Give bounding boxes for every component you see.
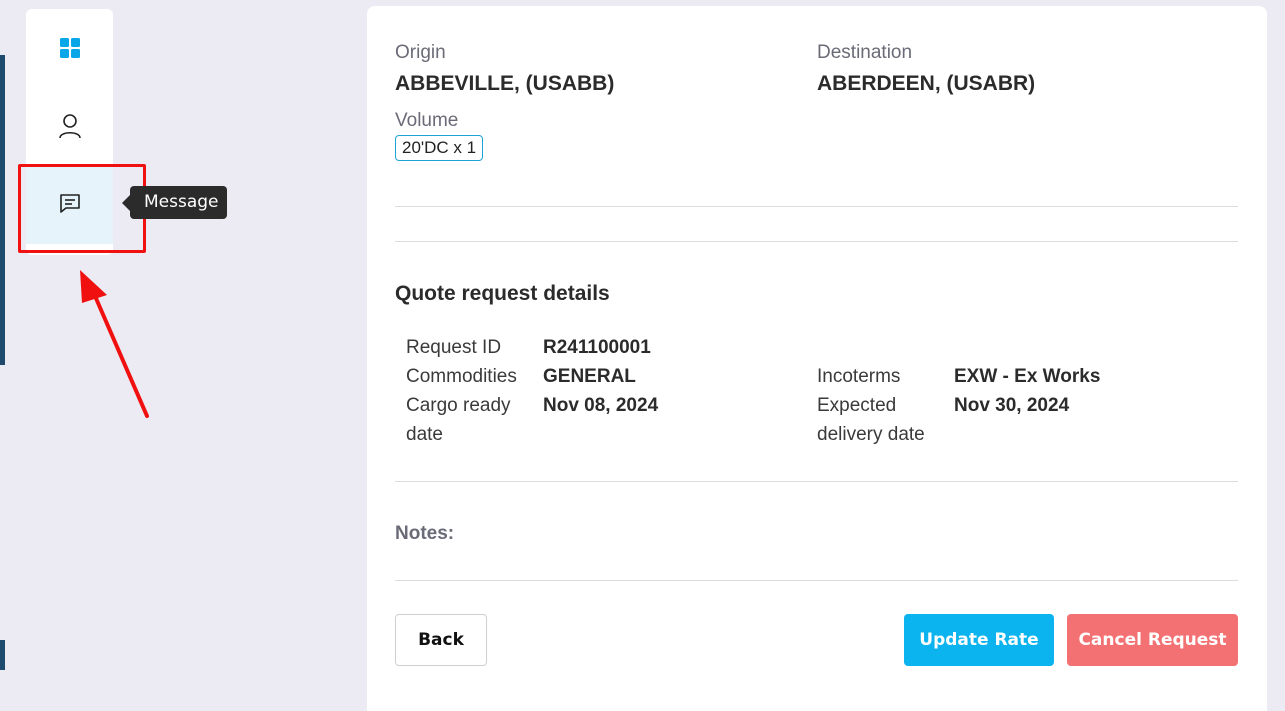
- incoterms-value: EXW - Ex Works: [954, 366, 1101, 387]
- origin-value: ABBEVILLE, (USABB): [395, 72, 615, 95]
- expected-delivery-label: Expected: [817, 395, 897, 416]
- request-id-label: Request ID: [406, 337, 502, 358]
- notes-label: Notes:: [395, 523, 455, 544]
- divider: [395, 481, 1238, 482]
- volume-tag: 20'DC x 1: [395, 135, 484, 161]
- divider: [395, 241, 1238, 242]
- cancel-request-button[interactable]: Cancel Request: [1067, 614, 1238, 666]
- commodities-value: GENERAL: [543, 366, 636, 387]
- destination-label: Destination: [817, 42, 913, 63]
- cargo-ready-label: Cargo ready: [406, 395, 511, 416]
- volume-label: Volume: [395, 110, 459, 131]
- sidebar-item-dashboard[interactable]: [26, 11, 113, 89]
- message-tooltip: Message: [122, 186, 227, 219]
- update-rate-button[interactable]: Update Rate: [904, 614, 1054, 666]
- left-edge: [0, 0, 5, 711]
- divider: [395, 580, 1238, 581]
- divider: [395, 206, 1238, 207]
- expected-delivery-value: Nov 30, 2024: [954, 395, 1070, 416]
- expected-delivery-label-line2: delivery date: [817, 424, 925, 445]
- request-id-value: R241100001: [543, 337, 651, 358]
- edge-strip: [0, 55, 5, 365]
- dashboard-grid-icon: [59, 37, 81, 64]
- sidebar-item-profile[interactable]: [26, 89, 113, 167]
- origin-label: Origin: [395, 42, 446, 63]
- edge-strip-bottom: [0, 640, 5, 670]
- destination-value: ABERDEEN, (USABR): [817, 72, 1036, 95]
- cargo-ready-value: Nov 08, 2024: [543, 395, 659, 416]
- user-icon: [58, 113, 82, 144]
- back-button[interactable]: Back: [395, 614, 487, 666]
- incoterms-label: Incoterms: [817, 366, 901, 387]
- section-title: Quote request details: [395, 282, 610, 305]
- cargo-ready-label-line2: date: [406, 424, 443, 445]
- quote-card: Origin ABBEVILLE, (USABB) Destination AB…: [367, 6, 1267, 711]
- commodities-label: Commodities: [406, 366, 517, 387]
